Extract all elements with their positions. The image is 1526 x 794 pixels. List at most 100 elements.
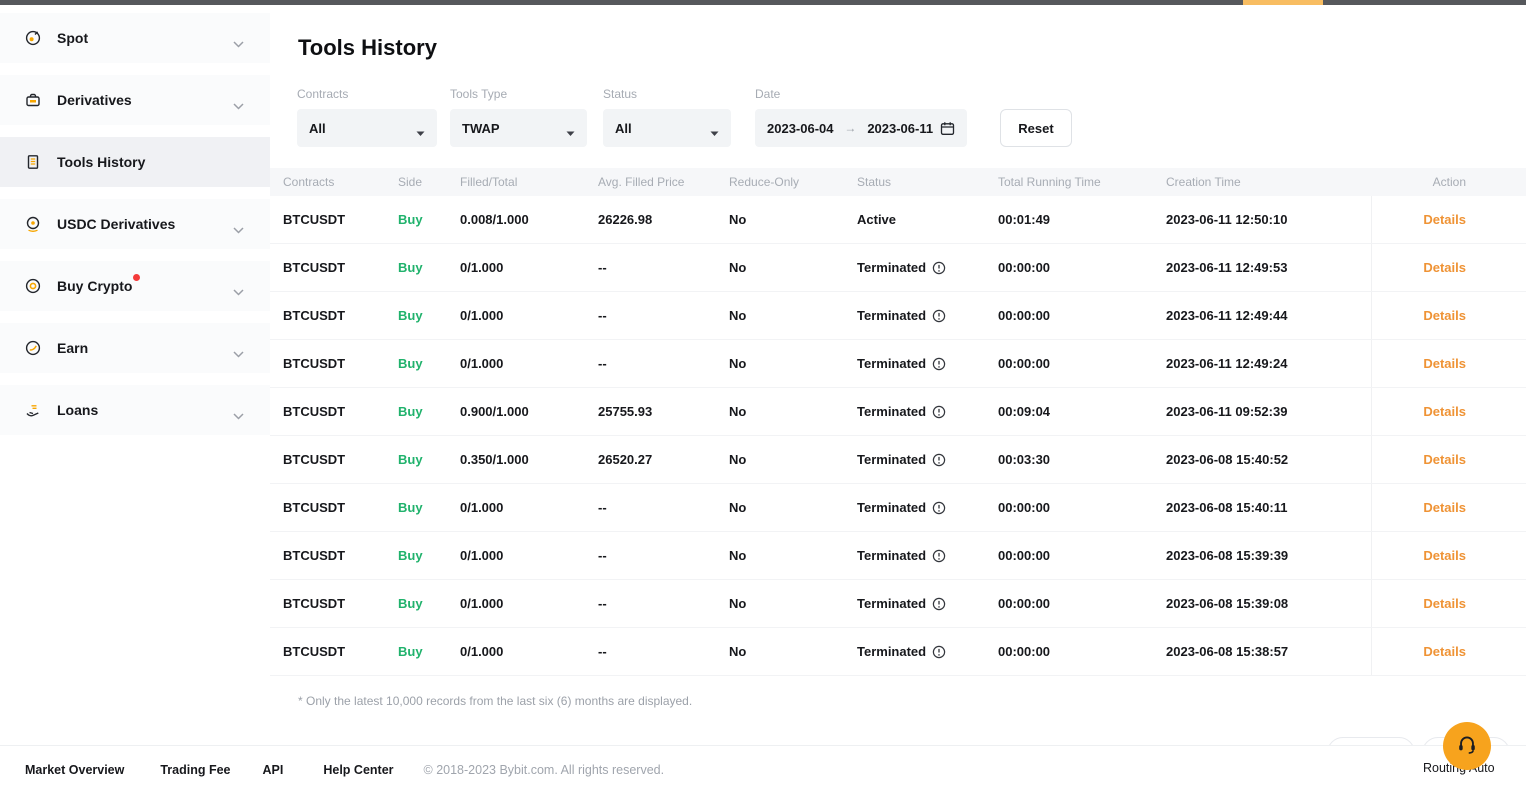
terminated-info-icon[interactable] — [932, 597, 946, 611]
status-filter-label: Status — [603, 87, 755, 101]
sidebar-item-buy-crypto[interactable]: Buy Crypto — [0, 261, 270, 311]
cell-avg-filled-price: -- — [598, 260, 729, 275]
column-header-side: Side — [398, 175, 460, 189]
table-row: BTCUSDT Buy 0.008/1.000 26226.98 No Acti… — [270, 196, 1526, 244]
sidebar-item-spot[interactable]: Spot — [0, 13, 270, 63]
cell-creation-time: 2023-06-08 15:40:11 — [1166, 500, 1371, 515]
cell-status: Terminated — [857, 548, 998, 563]
table-row: BTCUSDT Buy 0/1.000 -- No Terminated 00:… — [270, 532, 1526, 580]
details-link[interactable]: Details — [1423, 452, 1466, 467]
chevron-down-icon — [233, 283, 244, 290]
sidebar-item-label: Loans — [57, 402, 98, 418]
cell-contracts: BTCUSDT — [270, 308, 398, 323]
table-row: BTCUSDT Buy 0/1.000 -- No Terminated 00:… — [270, 484, 1526, 532]
cell-contracts: BTCUSDT — [270, 500, 398, 515]
cell-status: Terminated — [857, 452, 998, 467]
status-text: Terminated — [857, 308, 926, 323]
terminated-info-icon[interactable] — [932, 261, 946, 275]
cell-total-running-time: 00:09:04 — [998, 404, 1166, 419]
cell-total-running-time: 00:00:00 — [998, 356, 1166, 371]
tools-type-select[interactable]: TWAP — [450, 109, 587, 147]
status-text: Terminated — [857, 596, 926, 611]
cell-avg-filled-price: 26226.98 — [598, 212, 729, 227]
cell-action: Details — [1371, 244, 1526, 291]
sidebar-item-tools-history[interactable]: Tools History — [0, 137, 270, 187]
cell-side: Buy — [398, 356, 460, 371]
sidebar-item-loans[interactable]: Loans — [0, 385, 270, 435]
headset-icon — [1454, 732, 1480, 761]
details-link[interactable]: Details — [1423, 596, 1466, 611]
terminated-info-icon[interactable] — [932, 645, 946, 659]
cell-reduce-only: No — [729, 500, 857, 515]
contracts-select[interactable]: All — [297, 109, 437, 147]
sidebar-item-earn[interactable]: Earn — [0, 323, 270, 373]
reset-button[interactable]: Reset — [1000, 109, 1072, 147]
column-header-status: Status — [857, 175, 998, 189]
terminated-info-icon[interactable] — [932, 405, 946, 419]
terminated-info-icon[interactable] — [932, 309, 946, 323]
support-chat-button[interactable] — [1443, 722, 1491, 770]
cell-side: Buy — [398, 500, 460, 515]
footer-link-market-overview[interactable]: Market Overview — [25, 763, 124, 777]
spot-icon — [24, 29, 42, 47]
cell-creation-time: 2023-06-08 15:39:39 — [1166, 548, 1371, 563]
chevron-down-icon — [233, 407, 244, 414]
column-header-total-running-time: Total Running Time — [998, 175, 1166, 189]
column-header-contracts: Contracts — [270, 175, 398, 189]
footer-link-trading-fee[interactable]: Trading Fee — [160, 763, 230, 777]
page-title: Tools History — [298, 35, 1526, 61]
details-link[interactable]: Details — [1423, 308, 1466, 323]
terminated-info-icon[interactable] — [932, 357, 946, 371]
cell-total-running-time: 00:00:00 — [998, 644, 1166, 659]
status-text: Active — [857, 212, 896, 227]
cell-action: Details — [1371, 292, 1526, 339]
cell-filled-total: 0/1.000 — [460, 356, 598, 371]
cell-contracts: BTCUSDT — [270, 356, 398, 371]
details-link[interactable]: Details — [1423, 260, 1466, 275]
details-link[interactable]: Details — [1423, 644, 1466, 659]
date-range-picker[interactable]: 2023-06-04 → 2023-06-11 — [755, 109, 967, 147]
details-link[interactable]: Details — [1423, 500, 1466, 515]
details-link[interactable]: Details — [1423, 548, 1466, 563]
cell-status: Terminated — [857, 644, 998, 659]
terminated-info-icon[interactable] — [932, 549, 946, 563]
cell-reduce-only: No — [729, 548, 857, 563]
table-body: BTCUSDT Buy 0.008/1.000 26226.98 No Acti… — [270, 196, 1526, 676]
footer-link-help-center[interactable]: Help Center — [323, 763, 393, 777]
notification-dot — [133, 274, 140, 281]
column-header-avg-filled-price: Avg. Filled Price — [598, 175, 729, 189]
cell-avg-filled-price: 26520.27 — [598, 452, 729, 467]
date-end-value: 2023-06-11 — [867, 121, 933, 136]
footer-link-api[interactable]: API — [263, 763, 284, 777]
cell-avg-filled-price: -- — [598, 548, 729, 563]
details-link[interactable]: Details — [1423, 356, 1466, 371]
chevron-down-icon — [233, 97, 244, 104]
tools-type-filter-label: Tools Type — [450, 87, 603, 101]
status-text: Terminated — [857, 548, 926, 563]
sidebar-item-derivatives[interactable]: Derivatives — [0, 75, 270, 125]
table-row: BTCUSDT Buy 0/1.000 -- No Terminated 00:… — [270, 340, 1526, 388]
status-text: Terminated — [857, 452, 926, 467]
details-link[interactable]: Details — [1423, 404, 1466, 419]
cell-avg-filled-price: -- — [598, 308, 729, 323]
cell-total-running-time: 00:03:30 — [998, 452, 1166, 467]
cell-avg-filled-price: -- — [598, 644, 729, 659]
table-row: BTCUSDT Buy 0/1.000 -- No Terminated 00:… — [270, 244, 1526, 292]
cell-filled-total: 0.350/1.000 — [460, 452, 598, 467]
cell-status: Terminated — [857, 404, 998, 419]
cell-avg-filled-price: 25755.93 — [598, 404, 729, 419]
cell-total-running-time: 00:00:00 — [998, 500, 1166, 515]
cell-side: Buy — [398, 644, 460, 659]
table-row: BTCUSDT Buy 0.350/1.000 26520.27 No Term… — [270, 436, 1526, 484]
sidebar: Spot Derivatives Tools History USD — [0, 5, 270, 745]
status-select[interactable]: All — [603, 109, 731, 147]
date-start-value: 2023-06-04 — [767, 121, 834, 136]
details-link[interactable]: Details — [1423, 212, 1466, 227]
cell-reduce-only: No — [729, 404, 857, 419]
terminated-info-icon[interactable] — [932, 453, 946, 467]
terminated-info-icon[interactable] — [932, 501, 946, 515]
sidebar-item-usdc-derivatives[interactable]: USDC Derivatives — [0, 199, 270, 249]
status-text: Terminated — [857, 644, 926, 659]
cell-side: Buy — [398, 212, 460, 227]
cell-contracts: BTCUSDT — [270, 548, 398, 563]
